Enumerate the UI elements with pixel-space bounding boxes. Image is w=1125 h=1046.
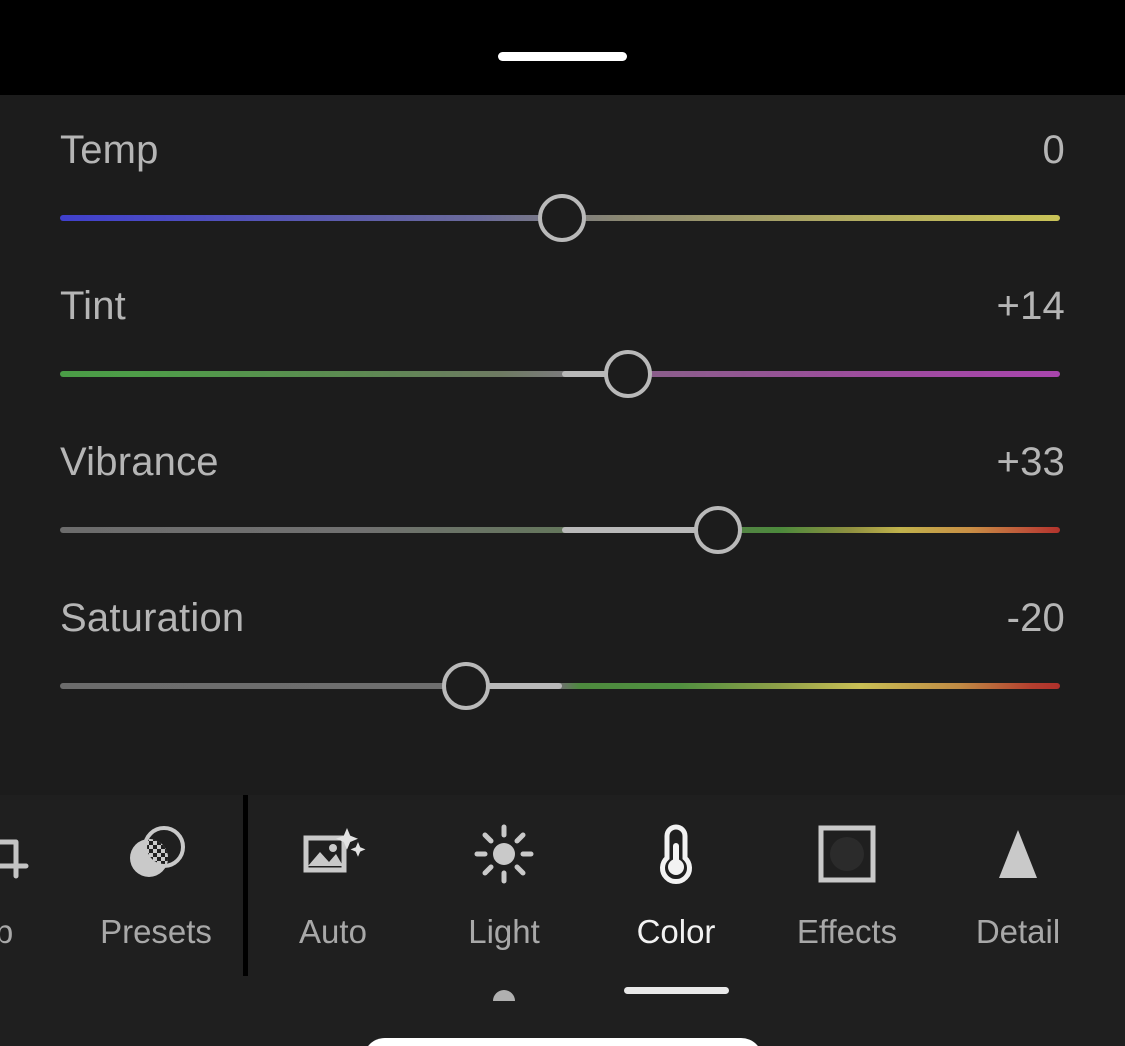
slider-track-vibrance bbox=[60, 527, 1060, 533]
slider-value-tint: +14 bbox=[996, 284, 1065, 328]
toolbar-label-effects: Effects bbox=[796, 913, 898, 950]
toolbar-label-presets: Presets bbox=[100, 913, 212, 950]
slider-row-vibrance: Vibrance +33 bbox=[0, 407, 1125, 563]
slider-label-temp: Temp bbox=[60, 128, 159, 172]
toolbar-indicator-light bbox=[493, 990, 515, 1001]
toolbar-item-presets[interactable]: Presets bbox=[86, 821, 226, 976]
toolbar-label-color: Color bbox=[636, 913, 716, 950]
toolbar-label-auto: Auto bbox=[299, 913, 367, 950]
color-adjust-panel: Temp 0 Tint +14 Vibrance +33 Saturation … bbox=[0, 95, 1125, 795]
status-bar bbox=[0, 0, 1125, 95]
slider-value-saturation: -20 bbox=[1006, 596, 1065, 640]
toolbar-label-crop: p bbox=[0, 913, 14, 950]
toolbar-divider bbox=[243, 795, 248, 976]
drag-handle[interactable] bbox=[498, 52, 627, 61]
bottom-toolbar: p Presets Auto Light Color Effects Detai… bbox=[0, 795, 1125, 1046]
slider-label-vibrance: Vibrance bbox=[60, 440, 219, 484]
slider-row-saturation: Saturation -20 bbox=[0, 563, 1125, 719]
toolbar-item-effects[interactable]: Effects bbox=[777, 821, 917, 976]
slider-value-temp: 0 bbox=[1042, 128, 1065, 172]
app-root: Temp 0 Tint +14 Vibrance +33 Saturation … bbox=[0, 0, 1125, 1046]
triangle-icon bbox=[948, 821, 1088, 887]
toolbar-label-detail: Detail bbox=[975, 913, 1061, 950]
toolbar-label-light: Light bbox=[468, 913, 540, 950]
crop-icon bbox=[0, 821, 74, 887]
toolbar-item-light[interactable]: Light bbox=[434, 821, 574, 1001]
slider-label-saturation: Saturation bbox=[60, 596, 245, 640]
sun-icon bbox=[434, 821, 574, 887]
presets-icon bbox=[86, 821, 226, 887]
slider-knob-vibrance[interactable] bbox=[694, 506, 742, 554]
slider-label-tint: Tint bbox=[60, 284, 126, 328]
slider-row-temp: Temp 0 bbox=[0, 95, 1125, 251]
slider-knob-temp[interactable] bbox=[538, 194, 586, 242]
auto-icon bbox=[263, 821, 403, 887]
toolbar-item-auto[interactable]: Auto bbox=[263, 821, 403, 976]
thermometer-icon bbox=[606, 821, 746, 887]
slider-value-vibrance: +33 bbox=[996, 440, 1065, 484]
slider-knob-tint[interactable] bbox=[604, 350, 652, 398]
slider-saturation[interactable] bbox=[60, 662, 1060, 710]
toolbar-item-color[interactable]: Color bbox=[606, 821, 746, 994]
home-gesture-bar[interactable] bbox=[363, 1038, 763, 1046]
vignette-icon bbox=[777, 821, 917, 887]
toolbar-indicator-color bbox=[624, 987, 729, 994]
slider-row-tint: Tint +14 bbox=[0, 251, 1125, 407]
slider-knob-saturation[interactable] bbox=[442, 662, 490, 710]
slider-track-tint bbox=[60, 371, 1060, 377]
slider-tint[interactable] bbox=[60, 350, 1060, 398]
slider-temp[interactable] bbox=[60, 194, 1060, 242]
slider-vibrance[interactable] bbox=[60, 506, 1060, 554]
toolbar-item-crop[interactable]: p bbox=[0, 821, 74, 976]
toolbar-item-detail[interactable]: Detail bbox=[948, 821, 1088, 976]
